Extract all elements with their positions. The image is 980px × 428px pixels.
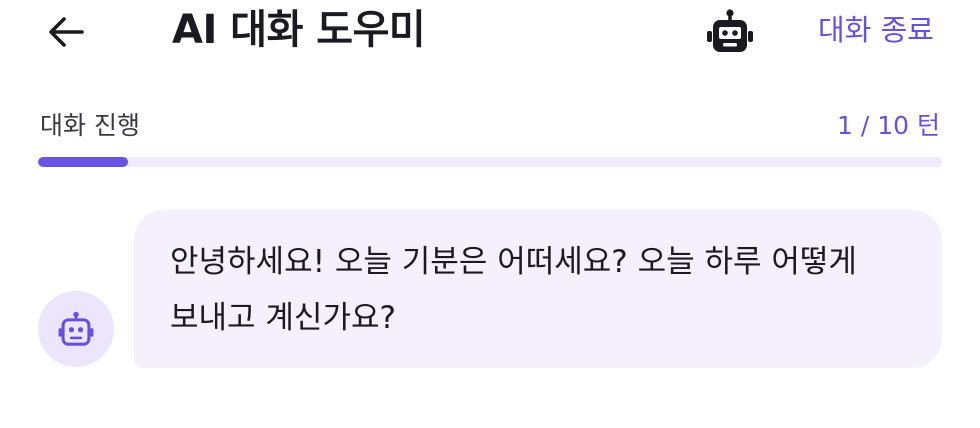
- arrow-left-icon: [49, 17, 84, 47]
- robot-icon: [707, 9, 753, 52]
- app-header: AI 대화 도우미 대화 종료: [0, 0, 980, 64]
- progress-bar: [38, 157, 942, 167]
- bot-avatar: [38, 291, 114, 367]
- message-bubble: 안녕하세요! 오늘 기분은 어떠세요? 오늘 하루 어떻게 보내고 계신가요?: [134, 210, 942, 368]
- robot-icon: [58, 311, 94, 346]
- progress-count: 1 / 10 턴: [837, 111, 940, 140]
- progress-label: 대화 진행: [40, 111, 140, 140]
- page-title: AI 대화 도우미: [172, 7, 426, 53]
- progress-fill: [38, 157, 129, 167]
- end-conversation-button[interactable]: 대화 종료: [818, 10, 934, 50]
- back-button[interactable]: [40, 8, 92, 56]
- bot-status-button[interactable]: [704, 8, 756, 56]
- message-text: 안녕하세요! 오늘 기분은 어떠세요? 오늘 하루 어떻게 보내고 계신가요?: [170, 244, 857, 336]
